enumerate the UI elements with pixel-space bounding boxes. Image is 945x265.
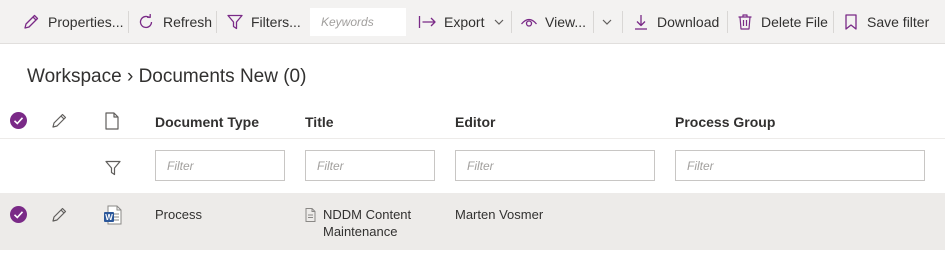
filters-label: Filters... [251,14,301,30]
edit-column-icon [50,112,68,135]
document-icon [305,208,316,227]
properties-button[interactable]: Properties... [22,0,123,44]
trash-icon [736,13,754,31]
grid-header: Document Type Title Editor Process Group [0,100,945,139]
toolbar-divider [216,11,217,33]
view-label: View... [545,14,586,30]
select-all-checkbox[interactable] [10,112,27,134]
eye-icon [520,13,538,31]
export-label: Export [444,14,485,30]
filter-input-process-group[interactable]: Filter [675,150,925,181]
save-filter-button[interactable]: Save filter [842,0,929,44]
filter-icon [226,13,244,31]
cell-title-link-line2[interactable]: Maintenance [323,224,397,239]
table-row[interactable]: W Process NDDM Content Maintenance Marte… [0,193,945,250]
filters-button[interactable]: Filters... [226,0,301,44]
refresh-label: Refresh [163,14,213,30]
pencil-icon [52,207,67,222]
breadcrumb: Workspace › Documents New (0) [27,66,307,87]
row-edit-button[interactable] [50,206,68,229]
download-button[interactable]: Download [632,0,719,44]
export-button[interactable]: Export [418,0,505,44]
check-circle-icon [10,206,27,223]
refresh-icon [137,13,155,31]
file-type-column-icon [104,112,120,135]
chevron-down-icon [493,16,505,28]
word-document-icon: W [103,205,123,230]
bookmark-icon [842,13,860,31]
check-circle-icon [10,112,27,129]
filter-input-document-type[interactable]: Filter [155,150,285,181]
row-select-checkbox[interactable] [10,206,27,228]
column-header-title[interactable]: Title [305,114,334,130]
column-header-editor[interactable]: Editor [455,114,495,130]
chevron-down-icon [601,16,613,28]
delete-file-button[interactable]: Delete File [736,0,828,44]
properties-label: Properties... [48,14,124,30]
toolbar-divider [727,11,728,33]
view-button[interactable]: View... [520,0,586,44]
download-icon [632,13,650,31]
toolbar-divider [622,11,623,33]
command-bar: Properties... Refresh Filters... Keyword… [0,0,945,44]
pencil-icon [22,13,40,31]
toolbar-divider [593,11,594,33]
save-filter-label: Save filter [867,14,930,30]
refresh-button[interactable]: Refresh [137,0,212,44]
download-label: Download [657,14,720,30]
cell-editor: Marten Vosmer [455,207,544,222]
filter-row: Filter Filter Filter Filter [0,140,945,192]
cell-document-type: Process [155,207,202,222]
toolbar-divider [128,11,129,33]
delete-file-label: Delete File [761,14,828,30]
filter-input-editor[interactable]: Filter [455,150,655,181]
svg-text:W: W [105,213,113,222]
filter-input-title[interactable]: Filter [305,150,435,181]
column-header-document-type[interactable]: Document Type [155,114,259,130]
column-header-process-group[interactable]: Process Group [675,114,775,130]
toolbar-divider [511,11,512,33]
cell-title-link[interactable]: NDDM Content [323,207,411,222]
keywords-input[interactable]: Keywords [310,8,406,36]
toolbar-divider [833,11,834,33]
filter-icon [104,159,122,182]
view-menu-button[interactable] [601,0,613,44]
export-icon [418,13,438,31]
